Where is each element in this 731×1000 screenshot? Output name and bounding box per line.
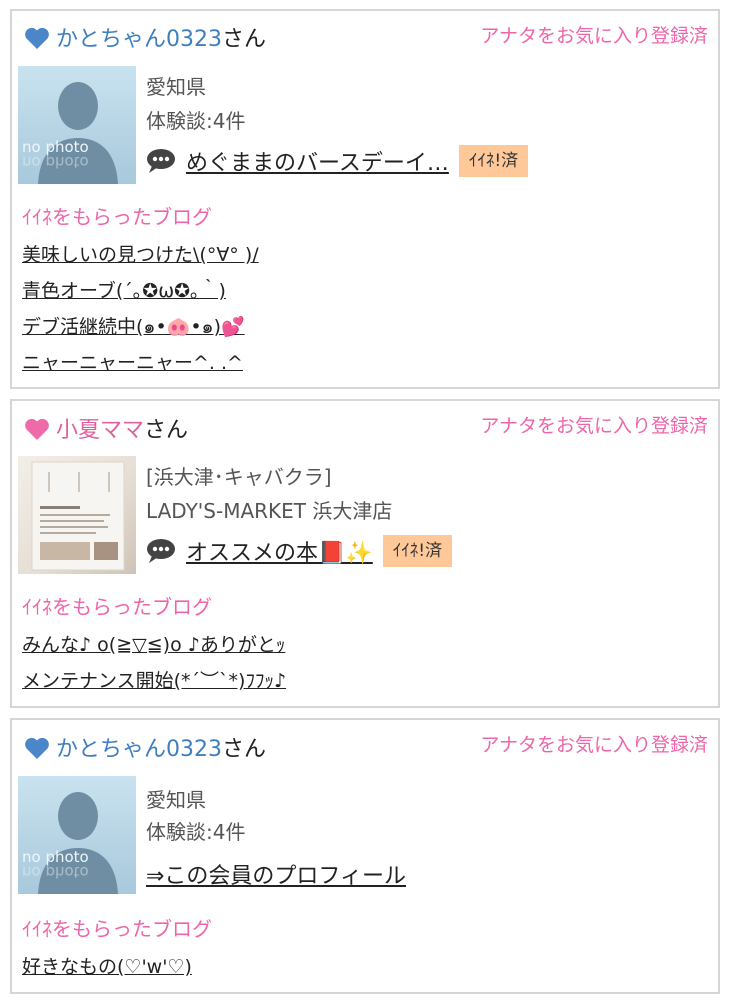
liked-blog-link[interactable]: みんな♪ o(≧▽≦)o ♪ありがとｯ (22, 634, 285, 656)
profile-link[interactable]: ⇒この会員のプロフィール (146, 858, 406, 890)
heart-icon (25, 418, 49, 440)
no-photo-reflection: no photo (22, 153, 89, 171)
avatar[interactable]: no photo no photo (18, 776, 136, 894)
list-item: デブ活継続中(๑•🐽•๑)💕 (22, 309, 259, 345)
user-name-link[interactable]: かとちゃん0323 (56, 737, 222, 762)
heart-icon (25, 737, 49, 759)
no-photo-reflection: no photo (22, 863, 89, 881)
list-item: 美味しいの見つけた\(°∀° )/ (22, 237, 259, 273)
liked-blog-link[interactable]: ニャーニャーニャー^. .^ (22, 352, 243, 374)
iine-badge: ｲｲﾈ!済 (458, 145, 529, 177)
shop-category: [浜大津･キャバクラ] (146, 465, 332, 489)
speech-bubble-icon (147, 149, 175, 173)
avatar[interactable] (18, 456, 136, 574)
list-item: ニャーニャーニャー^. .^ (22, 345, 259, 381)
user-card: かとちゃん0323さん アナタをお気に入り登録済 no photo no pho… (10, 9, 720, 389)
liked-blog-link[interactable]: 青色オーブ(´｡✪ω✪｡｀) (22, 280, 226, 302)
prefecture: 愛知県 (146, 788, 206, 812)
user-name-link[interactable]: かとちゃん0323 (56, 27, 222, 52)
user-card: 小夏ママさん アナタをお気に入り登録済 [浜大津･キャバクラ] LADY'S-M… (10, 399, 720, 708)
review-count: 体験談:4件 (146, 109, 246, 133)
liked-blog-link[interactable]: メンテナンス開始(*´︶`*)ﾌﾌｯ♪ (22, 670, 286, 692)
user-name-row[interactable]: かとちゃん0323さん (56, 21, 266, 53)
honorific: さん (222, 27, 267, 52)
liked-blogs-list: 美味しいの見つけた\(°∀° )/ 青色オーブ(´｡✪ω✪｡｀) デブ活継続中(… (22, 237, 259, 381)
shop-name: LADY'S-MARKET 浜大津店 (146, 499, 393, 523)
user-name-row[interactable]: かとちゃん0323さん (56, 731, 266, 763)
liked-blog-link[interactable]: デブ活継続中(๑•🐽•๑)💕 (22, 316, 245, 338)
iine-badge: ｲｲﾈ!済 (382, 535, 453, 567)
favorite-status: アナタをお気に入り登録済 (480, 415, 708, 437)
liked-blogs-list: みんな♪ o(≧▽≦)o ♪ありがとｯ メンテナンス開始(*´︶`*)ﾌﾌｯ♪ (22, 627, 286, 699)
liked-blogs-title: ｲｲﾈをもらったブログ (22, 595, 212, 619)
honorific: さん (222, 737, 267, 762)
heart-icon (25, 27, 49, 49)
liked-blogs-title: ｲｲﾈをもらったブログ (22, 917, 212, 941)
book-photo (31, 461, 125, 571)
liked-blog-link[interactable]: 好きなもの(♡'w'♡) (22, 956, 192, 978)
favorite-status: アナタをお気に入り登録済 (480, 734, 708, 756)
list-item: 好きなもの(♡'w'♡) (22, 949, 192, 985)
list-item: みんな♪ o(≧▽≦)o ♪ありがとｯ (22, 627, 286, 663)
liked-blogs-list: 好きなもの(♡'w'♡) (22, 949, 192, 985)
speech-bubble-icon (147, 539, 175, 563)
list-item: メンテナンス開始(*´︶`*)ﾌﾌｯ♪ (22, 663, 286, 699)
latest-blog-row: オススメの本📕✨ ｲｲﾈ!済 (146, 535, 453, 567)
honorific: さん (144, 418, 189, 443)
liked-blog-link[interactable]: 美味しいの見つけた\(°∀° )/ (22, 244, 259, 266)
user-card: かとちゃん0323さん アナタをお気に入り登録済 no photo no pho… (10, 718, 720, 994)
user-name-link[interactable]: 小夏ママ (56, 418, 144, 443)
prefecture: 愛知県 (146, 75, 206, 99)
avatar[interactable]: no photo no photo (18, 66, 136, 184)
latest-blog-link[interactable]: めぐままのバースデーイ… (186, 145, 449, 177)
liked-blogs-title: ｲｲﾈをもらったブログ (22, 205, 212, 229)
latest-blog-link[interactable]: オススメの本📕✨ (186, 535, 373, 567)
favorite-status: アナタをお気に入り登録済 (480, 25, 708, 47)
review-count: 体験談:4件 (146, 820, 246, 844)
latest-blog-row: めぐままのバースデーイ… ｲｲﾈ!済 (146, 145, 529, 177)
list-item: 青色オーブ(´｡✪ω✪｡｀) (22, 273, 259, 309)
user-name-row[interactable]: 小夏ママさん (56, 412, 188, 444)
